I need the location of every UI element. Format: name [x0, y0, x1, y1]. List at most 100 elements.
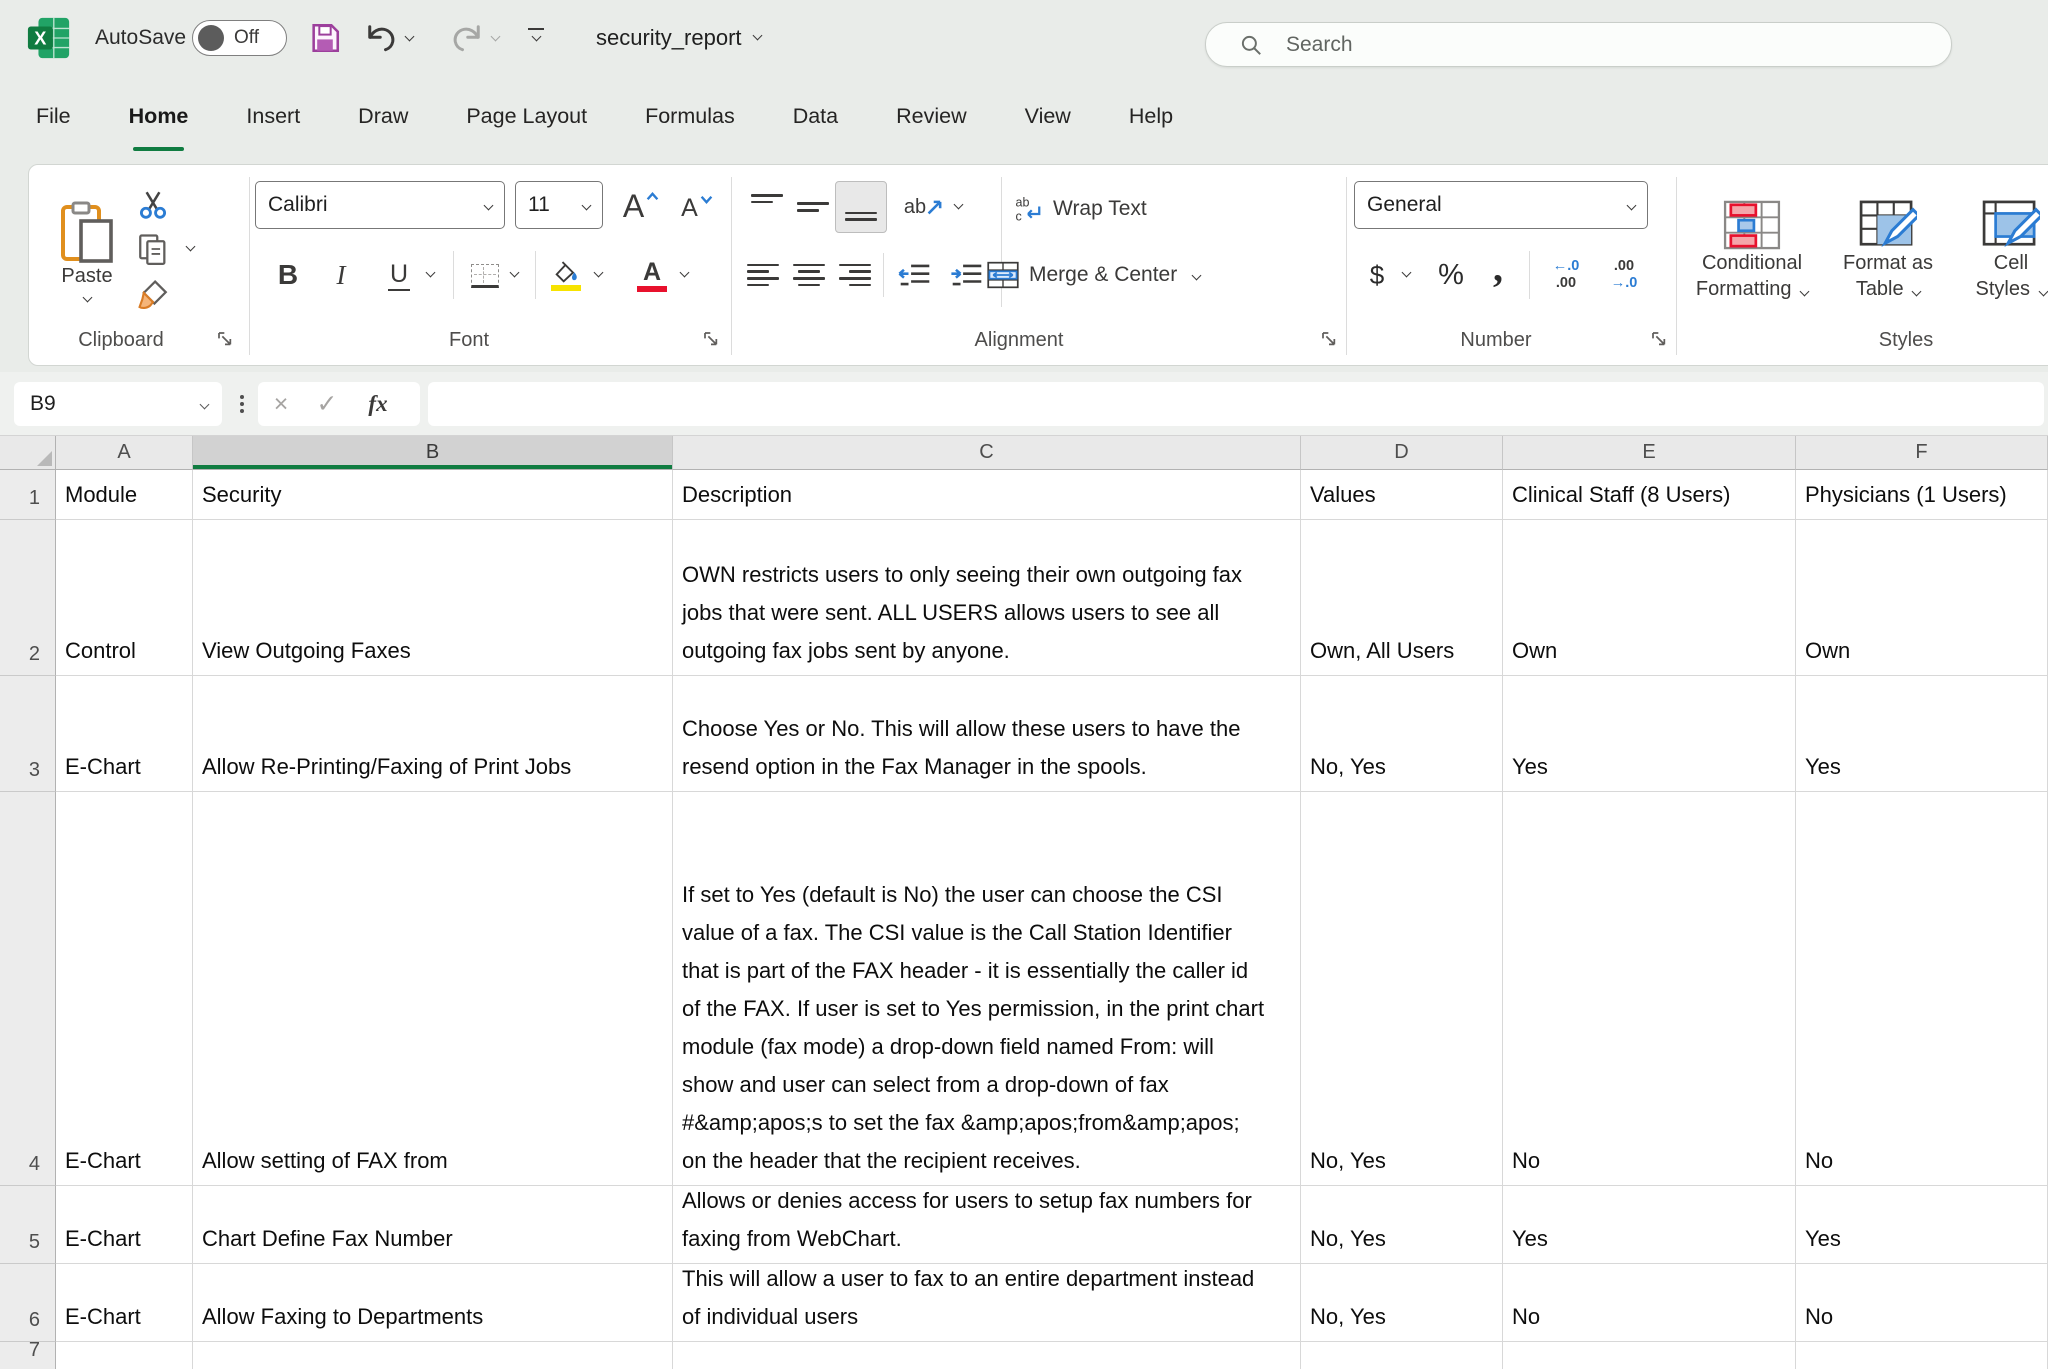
orientation-chevron-icon[interactable] [954, 200, 964, 210]
align-middle-button[interactable] [791, 185, 835, 229]
fill-color-button[interactable] [543, 251, 589, 299]
number-format-combo[interactable]: General [1354, 181, 1648, 229]
number-dialog-launcher[interactable] [1651, 331, 1669, 349]
row-header-7[interactable]: 7 [0, 1342, 56, 1369]
decrease-decimal-button[interactable]: .00 →.0 [1597, 251, 1651, 299]
format-as-table-button[interactable]: Format as Table [1827, 177, 1949, 325]
cell-F4[interactable]: No [1796, 792, 2048, 1186]
cell-E5[interactable]: Yes [1503, 1186, 1796, 1264]
font-color-button[interactable]: A [629, 251, 675, 299]
comma-style-button[interactable]: , [1481, 245, 1515, 289]
cell-E4[interactable]: No [1503, 792, 1796, 1186]
tab-view[interactable]: View [1025, 75, 1071, 158]
select-all-corner[interactable] [0, 436, 56, 470]
underline-chevron-icon[interactable] [426, 268, 436, 278]
cell-A3[interactable]: E-Chart [56, 676, 193, 792]
orientation-button[interactable]: ab [901, 185, 947, 229]
undo-dropdown-chevron[interactable] [405, 32, 415, 42]
cell-A5[interactable]: E-Chart [56, 1186, 193, 1264]
column-header-E[interactable]: E [1503, 436, 1796, 470]
cell-B2[interactable]: View Outgoing Faxes [193, 520, 673, 676]
align-center-button[interactable] [787, 255, 831, 295]
font-dialog-launcher[interactable] [703, 331, 721, 349]
search-input[interactable] [1286, 33, 1886, 57]
tab-review[interactable]: Review [896, 75, 967, 158]
cell-B5[interactable]: Chart Define Fax Number [193, 1186, 673, 1264]
cell-E2[interactable]: Own [1503, 520, 1796, 676]
name-box[interactable]: B9 [14, 382, 222, 426]
paste-button[interactable]: Paste [45, 177, 129, 325]
column-header-D[interactable]: D [1301, 436, 1503, 470]
row-header-3[interactable]: 3 [0, 676, 56, 792]
undo-button[interactable] [362, 19, 400, 57]
format-painter-button[interactable] [129, 275, 177, 315]
row-header-1[interactable]: 1 [0, 470, 56, 520]
borders-button[interactable] [463, 257, 507, 295]
italic-button[interactable]: I [323, 253, 359, 297]
document-title[interactable]: security_report [596, 0, 761, 75]
copy-chevron-icon[interactable] [186, 242, 196, 252]
increase-decimal-button[interactable]: ←.0 .00 [1539, 251, 1593, 299]
align-bottom-button[interactable] [835, 181, 887, 233]
bold-button[interactable]: B [267, 253, 309, 297]
cell-D1[interactable]: Values [1301, 470, 1503, 520]
font-name-combo[interactable]: Calibri [255, 181, 505, 229]
formula-input[interactable] [428, 382, 2044, 426]
cell-F3[interactable]: Yes [1796, 676, 2048, 792]
column-header-C[interactable]: C [673, 436, 1301, 470]
column-header-B[interactable]: B [193, 436, 673, 470]
font-color-chevron-icon[interactable] [680, 268, 690, 278]
fill-color-chevron-icon[interactable] [594, 268, 604, 278]
increase-font-size-button[interactable]: A [615, 183, 667, 229]
cell-B7[interactable] [193, 1342, 673, 1369]
accounting-chevron-icon[interactable] [1402, 268, 1412, 278]
cell-A6[interactable]: E-Chart [56, 1264, 193, 1342]
cell-C3[interactable]: Choose Yes or No. This will allow these … [673, 676, 1301, 792]
underline-button[interactable]: U [377, 253, 421, 297]
column-header-A[interactable]: A [56, 436, 193, 470]
cell-B4[interactable]: Allow setting of FAX from [193, 792, 673, 1186]
tab-data[interactable]: Data [793, 75, 838, 158]
column-header-F[interactable]: F [1796, 436, 2048, 470]
tab-insert[interactable]: Insert [246, 75, 300, 158]
cell-F1[interactable]: Physicians (1 Users) [1796, 470, 2048, 520]
align-left-button[interactable] [741, 255, 785, 295]
formula-bar-drag-handle[interactable] [238, 392, 246, 416]
cell-F2[interactable]: Own [1796, 520, 2048, 676]
copy-button[interactable] [129, 229, 177, 269]
redo-dropdown-chevron[interactable] [491, 32, 501, 42]
tab-help[interactable]: Help [1129, 75, 1173, 158]
accounting-format-button[interactable]: $ [1359, 253, 1395, 297]
tab-home[interactable]: Home [129, 75, 189, 158]
align-right-button[interactable] [833, 255, 877, 295]
cell-E1[interactable]: Clinical Staff (8 Users) [1503, 470, 1796, 520]
borders-chevron-icon[interactable] [510, 268, 520, 278]
font-size-combo[interactable]: 11 [515, 181, 603, 229]
cell-D7[interactable] [1301, 1342, 1503, 1369]
cell-A1[interactable]: Module [56, 470, 193, 520]
row-header-6[interactable]: 6 [0, 1264, 56, 1342]
align-top-button[interactable] [745, 185, 789, 229]
cell-C4[interactable]: If set to Yes (default is No) the user c… [673, 792, 1301, 1186]
decrease-indent-button[interactable] [891, 255, 939, 295]
cell-E7[interactable] [1503, 1342, 1796, 1369]
redo-button[interactable] [448, 19, 486, 57]
tab-page-layout[interactable]: Page Layout [466, 75, 587, 158]
conditional-formatting-button[interactable]: Conditional Formatting [1689, 177, 1815, 325]
clipboard-dialog-launcher[interactable] [217, 331, 235, 349]
cell-C7[interactable] [673, 1342, 1301, 1369]
cancel-button[interactable]: × [258, 390, 304, 419]
cell-F6[interactable]: No [1796, 1264, 2048, 1342]
increase-indent-button[interactable] [943, 255, 991, 295]
cell-A2[interactable]: Control [56, 520, 193, 676]
cell-F5[interactable]: Yes [1796, 1186, 2048, 1264]
tab-draw[interactable]: Draw [358, 75, 408, 158]
cell-styles-button[interactable]: Cell Styles [1957, 177, 2048, 325]
cut-button[interactable] [129, 185, 177, 225]
cell-E6[interactable]: No [1503, 1264, 1796, 1342]
save-button[interactable] [306, 19, 344, 57]
cell-D3[interactable]: No, Yes [1301, 676, 1503, 792]
wrap-text-button[interactable]: ab c Wrap Text [1013, 187, 1193, 231]
excel-app-icon[interactable]: X [26, 15, 72, 61]
cell-B6[interactable]: Allow Faxing to Departments [193, 1264, 673, 1342]
